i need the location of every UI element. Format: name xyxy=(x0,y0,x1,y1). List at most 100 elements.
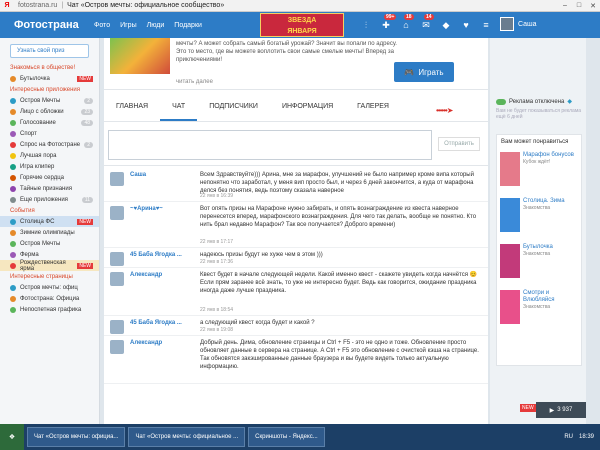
url-text[interactable]: fotostrana.ru xyxy=(18,2,57,9)
start-icon[interactable]: ❖ xyxy=(0,424,24,450)
sidebar-item[interactable]: Тайные признания xyxy=(0,183,99,194)
yandex-icon[interactable]: Я xyxy=(0,2,14,9)
close-icon[interactable]: ✕ xyxy=(586,2,600,10)
sidebar-item[interactable]: Остров мечты: офиц xyxy=(0,282,99,293)
menu-icon[interactable]: ≡ xyxy=(480,20,492,30)
avatar[interactable] xyxy=(110,206,124,220)
game-image[interactable] xyxy=(110,38,170,74)
avatar[interactable] xyxy=(110,252,124,266)
sidebar-item[interactable]: Игра клипер xyxy=(0,161,99,172)
app-thumbnail[interactable] xyxy=(500,198,520,232)
recommendation-name[interactable]: Марафон бонусов xyxy=(523,152,574,159)
taskbar-item[interactable]: Скриншоты - Яндекс... xyxy=(248,427,325,447)
menu-icon-glyph: ≡ xyxy=(483,20,489,30)
avatar[interactable] xyxy=(110,272,124,286)
clock: 18:39 xyxy=(578,434,594,440)
home-icon-glyph: ⌂ xyxy=(403,20,409,30)
lang-indicator[interactable]: RU xyxy=(564,434,573,440)
taskbar: ❖ Чат «Остров мечты: официа... Чат «Остр… xyxy=(0,424,600,450)
tab-main[interactable]: ГЛАВНАЯ xyxy=(104,92,160,121)
user-box[interactable]: Саша xyxy=(500,17,537,31)
new-badge: NEW xyxy=(520,404,536,412)
avatar[interactable] xyxy=(110,320,124,334)
avatar[interactable] xyxy=(110,172,124,186)
tab-info[interactable]: ИНФОРМАЦИЯ xyxy=(270,92,345,121)
read-more-link[interactable]: читать далее xyxy=(176,79,213,85)
sidebar-item[interactable]: Ферма xyxy=(0,249,99,260)
home-icon[interactable]: ⌂ 18 xyxy=(400,14,414,30)
recommendation-item[interactable]: Смотри и Влюбляйся Знакомства xyxy=(497,287,581,333)
author-name[interactable]: Саша xyxy=(130,172,146,178)
sidebar-item-label: Еще приложения xyxy=(20,196,68,203)
play-button[interactable]: 🎮 Играть xyxy=(394,62,454,82)
diamond-icon[interactable]: ◆ xyxy=(440,20,452,31)
sidebar-item[interactable]: Непоспетная графика xyxy=(0,304,99,315)
sidebar-item[interactable]: Спрос на Фотостране 2 xyxy=(0,139,99,150)
send-button[interactable]: Отправить xyxy=(438,137,480,151)
recommendation-text: Смотри и Влюбляйся Знакомства xyxy=(523,290,578,330)
sidebar-item[interactable]: Остров Мечты 2 xyxy=(0,95,99,106)
recommendation-name[interactable]: Столица. Зима xyxy=(523,198,565,205)
tab-subscribers[interactable]: ПОДПИСЧИКИ xyxy=(197,92,270,121)
friends-icon-glyph: ✚ xyxy=(382,19,390,30)
friends-icon[interactable]: ✚ 99+ xyxy=(380,13,397,31)
recommendation-name[interactable]: Смотри и Влюбляйся xyxy=(523,290,578,304)
user-name[interactable]: Саша xyxy=(518,21,537,28)
video-count: 3 937 xyxy=(557,407,573,413)
author-name[interactable]: Александр xyxy=(130,340,162,346)
sidebar-item-bottle[interactable]: Бутылочка NEW xyxy=(0,73,99,84)
sidebar-item-label: Непоспетная графика xyxy=(20,306,82,313)
app-thumbnail[interactable] xyxy=(500,290,520,324)
sidebar-item[interactable]: Лучшая пора xyxy=(0,150,99,161)
avatar[interactable] xyxy=(110,340,124,354)
video-counter-button[interactable]: ▶ 3 937 xyxy=(536,402,586,418)
menu-photo[interactable]: Фото xyxy=(94,22,110,29)
app-icon xyxy=(10,262,16,269)
sidebar-item[interactable]: Лицо с обложки 23 xyxy=(0,106,99,117)
recommendation-item[interactable]: Столица. Зима Знакомства xyxy=(497,195,581,241)
ad-toggle-row[interactable]: Реклама отключена ◆ xyxy=(496,98,572,105)
maximize-icon[interactable]: □ xyxy=(572,2,586,10)
sidebar-item[interactable]: Зимние олимпиады xyxy=(0,227,99,238)
recommendation-item[interactable]: Марафон бонусов Кубок ждёт! xyxy=(497,149,581,195)
sidebar-item[interactable]: Еще приложения 11 xyxy=(0,194,99,205)
star-of-january-banner[interactable]: ЗВЕЗДА ЯНВАРЯ xyxy=(260,13,344,37)
app-icon xyxy=(10,240,16,247)
toggle-switch[interactable] xyxy=(496,98,506,105)
mail-icon[interactable]: ✉ 14 xyxy=(420,13,434,31)
author-name[interactable]: ~♥Арина♥~ xyxy=(130,206,163,212)
menu-gifts[interactable]: Подарки xyxy=(174,22,202,29)
recommendation-item[interactable]: Бутылочка Знакомства xyxy=(497,241,581,287)
taskbar-item[interactable]: Чат «Остров мечты: официа... xyxy=(27,427,126,447)
count-badge: NEW xyxy=(77,218,93,225)
menu-games[interactable]: Игры xyxy=(120,22,137,29)
tab-chat[interactable]: ЧАТ xyxy=(160,92,198,121)
sidebar-item[interactable]: Фотострана: Официа xyxy=(0,293,99,304)
author-name[interactable]: 45 Баба Ягодка ... xyxy=(130,320,182,326)
chat-input[interactable] xyxy=(108,130,432,160)
avatar[interactable] xyxy=(500,17,514,31)
who-prize-button[interactable]: Узнать свой приз xyxy=(10,44,89,58)
section-pages[interactable]: Интересные страницы xyxy=(0,271,99,282)
sidebar-item[interactable]: Горячие сердца xyxy=(0,172,99,183)
section-meet[interactable]: Знакомься в обществе! xyxy=(0,62,99,73)
section-apps[interactable]: Интересные приложения xyxy=(0,84,99,95)
author-name[interactable]: 45 Баба Ягодка ... xyxy=(130,252,182,258)
tab-gallery[interactable]: ГАЛЕРЕЯ xyxy=(345,92,401,121)
sidebar-item[interactable]: Рождественская ярма NEW xyxy=(0,260,99,272)
author-name[interactable]: Александр xyxy=(130,272,162,278)
sidebar-item[interactable]: Спорт xyxy=(0,128,99,139)
sidebar-item[interactable]: Голосование 48 xyxy=(0,117,99,128)
minimize-icon[interactable]: – xyxy=(558,2,572,10)
app-thumbnail[interactable] xyxy=(500,244,520,278)
bars-icon[interactable]: ⫶ xyxy=(360,20,372,31)
sidebar-item[interactable]: Остров Мечты xyxy=(0,238,99,249)
sidebar-item[interactable]: Столица ФС NEW xyxy=(0,216,99,227)
taskbar-item[interactable]: Чат «Остров мечты: официальное ... xyxy=(128,427,246,447)
site-logo[interactable]: Фотострана xyxy=(14,19,92,31)
menu-people[interactable]: Люди xyxy=(147,22,165,29)
section-events[interactable]: События xyxy=(0,205,99,216)
heart-icon[interactable]: ♥ xyxy=(460,20,472,30)
app-thumbnail[interactable] xyxy=(500,152,520,186)
recommendation-name[interactable]: Бутылочка xyxy=(523,244,553,251)
